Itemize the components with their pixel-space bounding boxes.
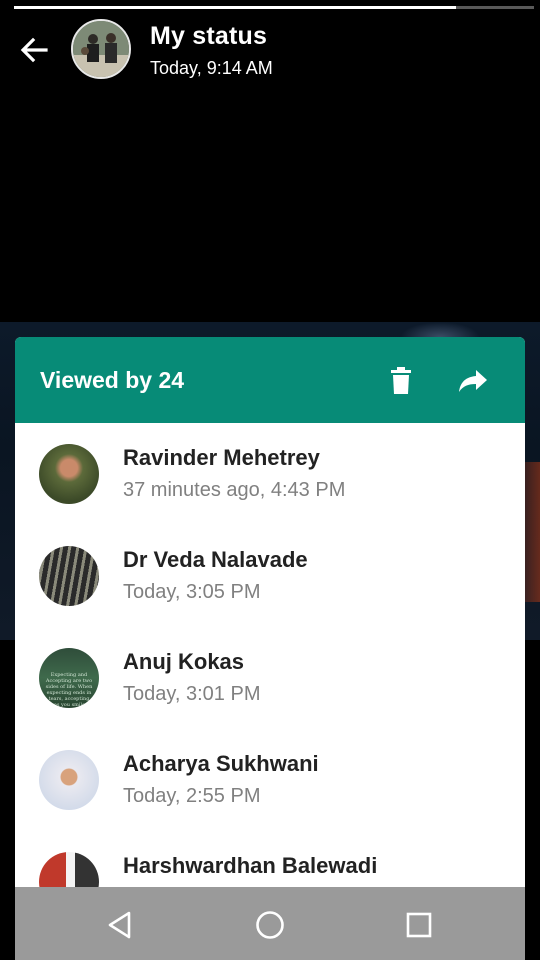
- square-recents-icon: [406, 912, 432, 938]
- trash-icon: [391, 367, 411, 394]
- avatar: Expecting and Accepting are two sides of…: [39, 648, 99, 708]
- viewer-time: Today, 2:55 PM: [123, 785, 261, 807]
- circle-home-icon: [256, 911, 284, 939]
- system-navigation-bar: [15, 887, 525, 960]
- page-title: My status: [150, 22, 268, 50]
- status-header: My status Today, 9:14 AM: [0, 12, 540, 88]
- arrow-left-icon: [20, 37, 48, 63]
- avatar-photo: [73, 21, 129, 77]
- viewer-name: Dr Veda Nalavade: [123, 547, 308, 572]
- list-item[interactable]: Expecting and Accepting are two sides of…: [15, 627, 525, 729]
- viewer-time: Today, 3:05 PM: [123, 581, 261, 603]
- list-item[interactable]: Ravinder Mehetrey 37 minutes ago, 4:43 P…: [15, 423, 525, 525]
- avatar: [39, 444, 99, 504]
- avatar: [39, 750, 99, 810]
- avatar-caption: Expecting and Accepting are two sides of…: [43, 672, 95, 708]
- viewer-time: 37 minutes ago, 4:43 PM: [123, 479, 346, 501]
- avatar[interactable]: [71, 19, 131, 79]
- status-timestamp: Today, 9:14 AM: [150, 58, 273, 78]
- nav-back-button[interactable]: [98, 903, 142, 947]
- triangle-back-icon: [108, 911, 131, 939]
- viewer-name: Anuj Kokas: [123, 649, 245, 674]
- status-viewer-screen: My status Today, 9:14 AM Viewed by 24 Ra…: [0, 0, 540, 960]
- forward-icon: [459, 370, 487, 392]
- viewed-count-label: Viewed by 24: [40, 367, 185, 393]
- viewers-sheet: Viewed by 24 Ravinder Mehetrey 37 minute…: [15, 337, 525, 960]
- viewer-name: Harshwardhan Balewadi: [123, 853, 378, 878]
- avatar: [39, 546, 99, 606]
- delete-status-button[interactable]: [379, 359, 423, 403]
- viewer-list: Ravinder Mehetrey 37 minutes ago, 4:43 P…: [15, 423, 525, 933]
- list-item[interactable]: Dr Veda Nalavade Today, 3:05 PM: [15, 525, 525, 627]
- forward-status-button[interactable]: [451, 359, 495, 403]
- viewers-sheet-header: Viewed by 24: [15, 337, 525, 423]
- nav-home-button[interactable]: [248, 903, 292, 947]
- list-item[interactable]: Acharya Sukhwani Today, 2:55 PM: [15, 729, 525, 831]
- story-progress-bar: [14, 6, 534, 9]
- back-button[interactable]: [14, 30, 54, 70]
- viewer-name: Ravinder Mehetrey: [123, 445, 320, 470]
- viewer-time: Today, 3:01 PM: [123, 683, 261, 705]
- viewer-name: Acharya Sukhwani: [123, 751, 319, 776]
- nav-recents-button[interactable]: [397, 903, 441, 947]
- story-progress-fill: [14, 6, 456, 9]
